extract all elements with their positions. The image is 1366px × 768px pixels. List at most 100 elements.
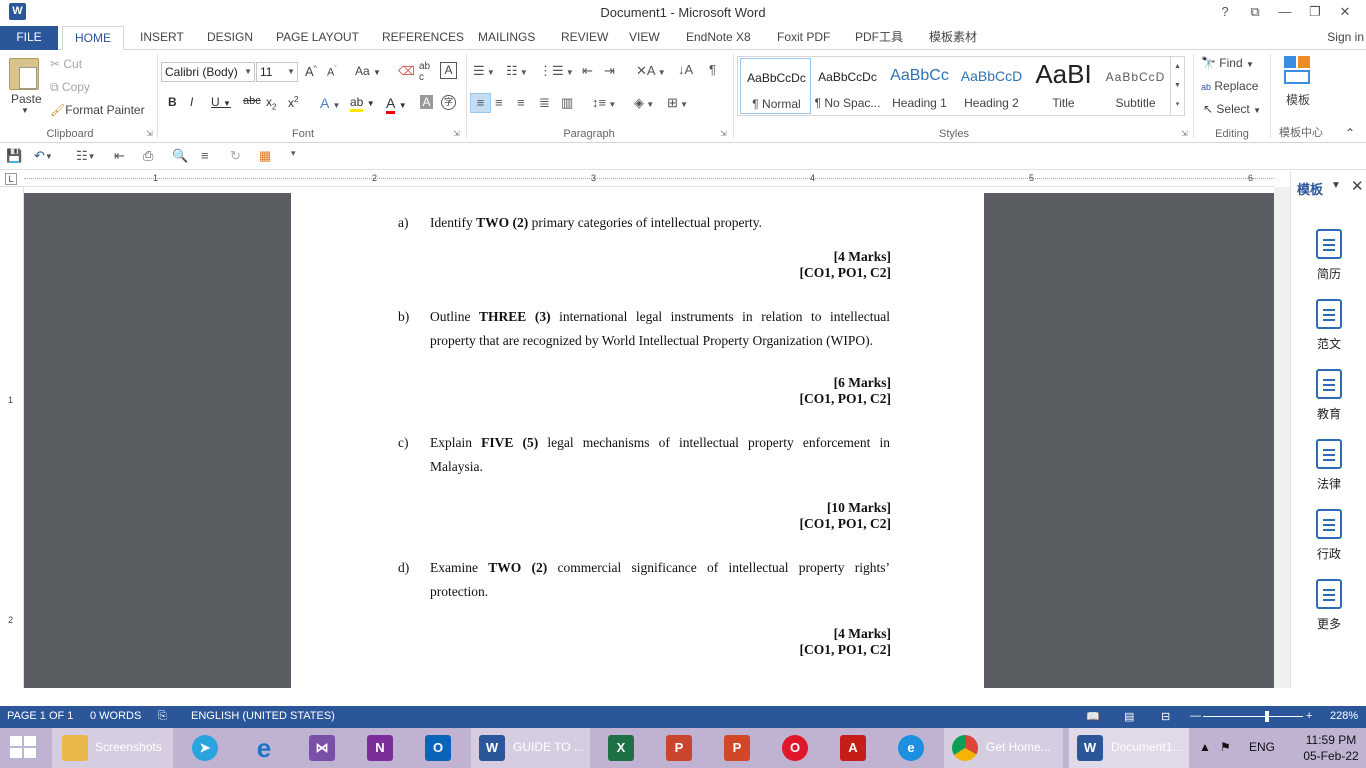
tray-overflow-icon[interactable]: ▲ — [1199, 740, 1211, 754]
superscript-button[interactable]: x2 — [288, 95, 298, 110]
styles-launcher-icon[interactable]: ⇲ — [1181, 129, 1188, 138]
style-heading-2[interactable]: AaBbCcD Heading 2 — [956, 58, 1027, 114]
multilevel-list-icon[interactable]: ⋮☰ ▼ — [539, 63, 574, 79]
taskbar-item-ie[interactable]: e — [244, 728, 284, 768]
taskbar-item-excel[interactable]: X — [601, 728, 641, 768]
select-button[interactable]: ↖ Select ▼ — [1203, 102, 1261, 116]
taskbar-item-outlook[interactable]: O — [418, 728, 458, 768]
clear-formatting-icon[interactable]: ⌫ — [398, 64, 415, 78]
paragraph-launcher-icon[interactable]: ⇲ — [720, 129, 727, 138]
style-subtitle[interactable]: AaBbCcD Subtitle — [1100, 58, 1171, 114]
taskbar-item-edge[interactable]: e — [891, 728, 931, 768]
change-case-button[interactable]: Aa ▼ — [355, 64, 381, 78]
align-right-icon[interactable]: ≡ — [517, 95, 525, 110]
shrink-font-icon[interactable]: Aˇ — [327, 66, 337, 79]
decrease-indent-qat-icon[interactable]: ⇤ — [114, 148, 125, 164]
character-shading-icon[interactable]: A — [420, 95, 433, 109]
style-no-spacing[interactable]: AaBbCcDc ¶ No Spac... — [812, 58, 883, 114]
grow-font-icon[interactable]: A^ — [305, 64, 317, 79]
tab-file[interactable]: FILE — [0, 26, 58, 50]
minimize-icon[interactable]: — — [1272, 2, 1298, 22]
print-preview-zoom-icon[interactable]: 🔍 — [172, 148, 188, 164]
shading-icon[interactable]: ◈ ▼ — [634, 95, 654, 111]
vertical-ruler[interactable]: 1 2 — [0, 187, 24, 688]
tab-mailings[interactable]: MAILINGS — [478, 26, 535, 50]
sign-in-link[interactable]: Sign in — [1327, 26, 1366, 48]
tab-references[interactable]: REFERENCES — [382, 26, 464, 50]
language-indicator[interactable]: ENGLISH (UNITED STATES) — [191, 710, 335, 722]
clipboard-launcher-icon[interactable]: ⇲ — [146, 129, 153, 138]
zoom-level[interactable]: 228% — [1330, 710, 1358, 722]
close-icon[interactable]: ✕ — [1332, 2, 1358, 22]
find-button[interactable]: 🔭 Find ▼ — [1201, 56, 1254, 70]
print-preview-icon[interactable]: ⎙ — [143, 148, 153, 164]
system-clock[interactable]: 11:59 PM 05-Feb-22 — [1300, 732, 1362, 764]
side-item-admin[interactable]: 行政 — [1309, 509, 1349, 562]
styles-scroll[interactable]: ▲ ▼ ▾ — [1170, 57, 1184, 115]
side-item-law[interactable]: 法律 — [1309, 439, 1349, 492]
tab-selector[interactable]: L — [5, 173, 17, 185]
paste-icon[interactable] — [9, 58, 39, 90]
underline-button[interactable]: U ▼ — [211, 95, 231, 109]
borders-icon[interactable]: ⊞ ▼ — [667, 95, 688, 111]
font-name-select[interactable]: Calibri (Body) ▼ — [161, 62, 255, 82]
side-item-resume[interactable]: 简历 — [1309, 229, 1349, 282]
template-icon[interactable] — [1284, 56, 1312, 84]
text-effects-icon[interactable]: A ▼ — [320, 95, 340, 111]
numbering-icon[interactable]: ☷ ▼ — [506, 63, 528, 79]
tab-page-layout[interactable]: PAGE LAYOUT — [276, 26, 359, 50]
tab-pdf-tools[interactable]: PDF工具 — [855, 26, 903, 50]
tab-view[interactable]: VIEW — [629, 26, 660, 50]
paste-dropdown-icon[interactable]: ▼ — [21, 106, 29, 115]
taskbar-item-vs[interactable]: ⋈ — [302, 728, 342, 768]
side-pane-title[interactable]: 模板 — [1297, 179, 1323, 198]
page-count[interactable]: PAGE 1 OF 1 — [7, 710, 73, 722]
bold-button[interactable]: B — [168, 95, 177, 109]
undo-icon[interactable]: ↶ ▼ — [34, 148, 53, 164]
side-pane-dropdown-icon[interactable]: ▼ — [1331, 180, 1341, 191]
font-color-icon[interactable]: A ▼ — [386, 95, 407, 114]
tab-endnote[interactable]: EndNote X8 — [686, 26, 751, 50]
side-item-essay[interactable]: 范文 — [1309, 299, 1349, 352]
help-icon[interactable]: ? — [1212, 2, 1238, 22]
tab-insert[interactable]: INSERT — [140, 26, 184, 50]
style-title[interactable]: AaBI Title — [1028, 58, 1099, 114]
justify-icon[interactable]: ≣ — [539, 95, 550, 111]
table-qat-icon[interactable]: ▦ — [259, 148, 271, 164]
horizontal-ruler[interactable]: L 1 2 3 4 5 6 — [0, 171, 1274, 187]
font-launcher-icon[interactable]: ⇲ — [453, 129, 460, 138]
show-formatting-icon[interactable]: ¶ — [709, 62, 716, 77]
word-count[interactable]: 0 WORDS — [90, 710, 141, 722]
cut-button[interactable]: ✂ Cut — [50, 57, 82, 71]
zoom-slider[interactable] — [1203, 716, 1303, 717]
highlight-icon[interactable]: ab ▼ — [350, 95, 375, 112]
line-spacing-icon[interactable]: ↕≡ ▼ — [592, 95, 616, 110]
side-item-more[interactable]: 更多 — [1309, 579, 1349, 632]
save-icon[interactable]: 💾 — [6, 148, 22, 164]
taskbar-item-powerpoint-2[interactable]: P — [717, 728, 757, 768]
collapse-ribbon-icon[interactable]: ⌃ — [1345, 126, 1355, 140]
windows-start-icon[interactable] — [10, 736, 38, 760]
zoom-out-icon[interactable]: — — [1190, 710, 1201, 722]
style-heading-1[interactable]: AaBbCc Heading 1 — [884, 58, 955, 114]
taskbar-item-acrobat[interactable]: A — [833, 728, 873, 768]
justify-qat-icon[interactable]: ≡ — [201, 148, 209, 163]
web-layout-icon[interactable]: ⊟ — [1161, 710, 1170, 723]
increase-indent-icon[interactable]: ⇥ — [604, 63, 615, 79]
proofing-icon[interactable]: ⎘ — [158, 710, 167, 723]
tab-templates[interactable]: 模板素材 — [929, 26, 977, 50]
zoom-slider-thumb[interactable] — [1265, 711, 1269, 722]
action-center-flag-icon[interactable]: ⚑ — [1220, 740, 1231, 754]
copy-button[interactable]: ⧉ Copy — [50, 80, 90, 95]
taskbar-item-word-guide[interactable]: W GUIDE TO ... — [471, 728, 590, 768]
align-left-icon[interactable]: ≡ — [470, 93, 491, 113]
zoom-in-icon[interactable]: + — [1306, 710, 1312, 722]
taskbar-item-chrome[interactable]: Get Home... — [944, 728, 1063, 768]
taskbar-item-powerpoint[interactable]: P — [659, 728, 699, 768]
character-border-icon[interactable]: A — [440, 62, 457, 79]
italic-button[interactable]: I — [190, 95, 193, 109]
numbering-qat-icon[interactable]: ☷ ▼ — [76, 148, 96, 164]
replace-button[interactable]: ab Replace — [1201, 79, 1258, 93]
asian-layout-icon[interactable]: ✕A ▼ — [636, 63, 666, 79]
side-pane-close-icon[interactable]: ✕ — [1351, 177, 1364, 195]
